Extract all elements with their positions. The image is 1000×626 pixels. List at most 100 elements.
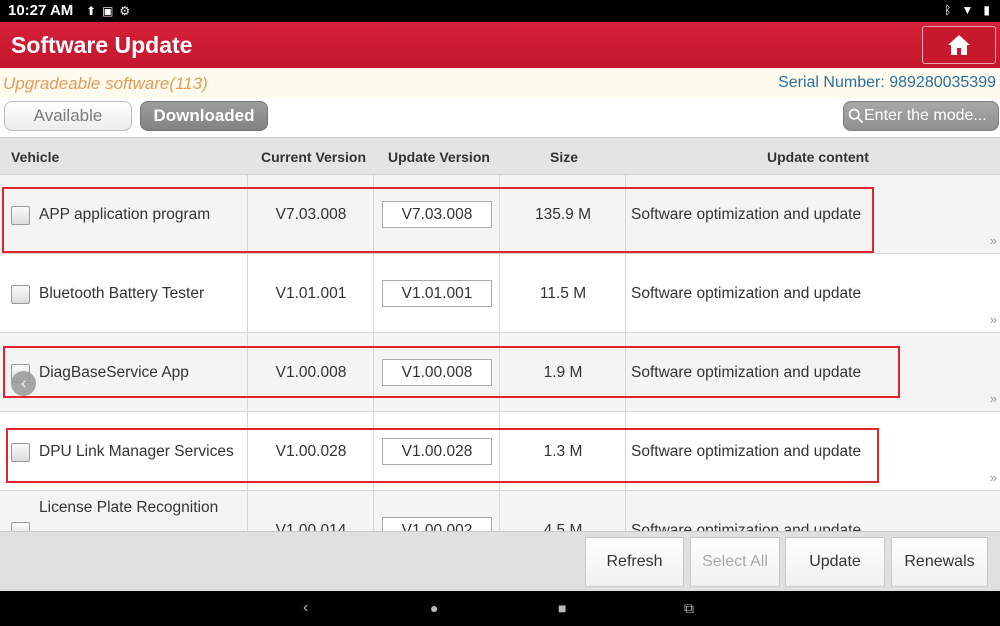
update-version-cell: V1.00.028 [374, 412, 500, 491]
update-version-cell: V7.03.008 [374, 175, 500, 254]
current-version: V1.00.028 [275, 443, 347, 460]
action-bar: Refresh Select All Update Renewals [0, 531, 1000, 591]
update-content: Software optimization and update [631, 443, 862, 460]
search-box[interactable] [843, 101, 999, 131]
tab-available[interactable]: Available [4, 101, 132, 131]
update-content: Software optimization and update [631, 285, 862, 302]
vehicle-cell: DiagBaseService App [0, 333, 248, 412]
current-version: V7.03.008 [275, 206, 347, 223]
search-input[interactable] [864, 107, 998, 125]
file-size: 1.3 M [543, 443, 583, 460]
size-cell: 1.3 M [500, 412, 626, 491]
content-cell: Software optimization and update [626, 491, 1000, 531]
vehicle-cell: License Plate Recognition [0, 491, 248, 531]
table-row[interactable]: License Plate Recognition V1.00.014 V1.0… [0, 491, 1000, 531]
system-nav-bar: ‹ ● ■ ⧉ [0, 591, 1000, 626]
table-header: Vehicle Current Version Update Version S… [0, 137, 1000, 175]
size-cell: 1.9 M [500, 333, 626, 412]
column-header-current-version: Current Version [261, 149, 367, 165]
select-all-button[interactable]: Select All [690, 537, 780, 587]
content-cell: Software optimization and update » [626, 333, 1000, 412]
current-version-cell: V1.00.028 [248, 412, 374, 491]
vehicle-name: Bluetooth Battery Tester [39, 285, 205, 302]
tab-downloaded[interactable]: Downloaded [140, 101, 268, 131]
status-right-icons: ᛒ ▼ ▮ [944, 3, 990, 17]
home-button[interactable] [922, 26, 996, 64]
expand-more-icon[interactable]: » [990, 233, 997, 248]
column-header-size: Size [550, 149, 579, 165]
expand-more-icon[interactable]: » [990, 470, 997, 485]
update-version-field[interactable]: V1.01.001 [382, 280, 492, 307]
update-version-cell: V1.00.008 [374, 333, 500, 412]
vehicle-cell: Bluetooth Battery Tester [0, 254, 248, 333]
row-checkbox[interactable] [11, 522, 30, 531]
current-version-cell: V7.03.008 [248, 175, 374, 254]
file-size: 1.9 M [543, 364, 583, 381]
file-size: 4.5 M [543, 522, 583, 531]
serial-label: Serial Number: [778, 74, 885, 91]
vehicle-cell: APP application program [0, 175, 248, 254]
current-version-cell: V1.01.001 [248, 254, 374, 333]
photo-icon: ▣ [102, 4, 114, 18]
back-icon[interactable]: ‹ [303, 599, 308, 617]
recents-icon[interactable]: ■ [558, 600, 566, 616]
update-version-cell: V1.00.002 [374, 491, 500, 531]
current-version-cell: V1.00.008 [248, 333, 374, 412]
software-table[interactable]: APP application program V7.03.008 V7.03.… [0, 175, 1000, 531]
content-cell: Software optimization and update » [626, 412, 1000, 491]
current-version: V1.01.001 [275, 285, 347, 302]
expand-more-icon[interactable]: » [990, 391, 997, 406]
page-title: Software Update [11, 32, 193, 58]
settings-icon: ⚙ [119, 4, 131, 18]
table-row[interactable]: Bluetooth Battery Tester V1.01.001 V1.01… [0, 254, 1000, 333]
size-cell: 4.5 M [500, 491, 626, 531]
file-size: 135.9 M [534, 206, 591, 223]
current-version: V1.00.014 [275, 522, 347, 531]
upload-icon: ⬆ [86, 4, 97, 18]
app-header: Software Update [0, 22, 1000, 68]
update-version-field[interactable]: V1.00.028 [382, 438, 492, 465]
info-bar: Upgradeable software(113) Serial Number:… [0, 68, 1000, 98]
table-row[interactable]: DPU Link Manager Services V1.00.028 V1.0… [0, 412, 1000, 491]
vehicle-name: License Plate Recognition [39, 499, 219, 516]
update-button[interactable]: Update [785, 537, 885, 587]
search-icon [848, 108, 864, 124]
file-size: 11.5 M [539, 285, 587, 302]
vehicle-name: DiagBaseService App [39, 364, 189, 381]
vehicle-name: DPU Link Manager Services [39, 443, 234, 460]
main-content: Upgradeable software(113) Serial Number:… [0, 68, 1000, 591]
current-version-cell: V1.00.014 [248, 491, 374, 531]
tab-row: Available Downloaded [0, 98, 1000, 136]
vehicle-name: APP application program [39, 206, 211, 223]
current-version: V1.00.008 [275, 364, 347, 381]
home-icon [948, 35, 970, 55]
column-header-update-version: Update Version [388, 149, 490, 165]
bluetooth-icon: ᛒ [944, 3, 952, 17]
update-version-cell: V1.01.001 [374, 254, 500, 333]
update-content: Software optimization and update [631, 206, 862, 223]
status-time: 10:27 AM [8, 2, 74, 19]
row-checkbox[interactable] [11, 285, 30, 304]
serial-number: Serial Number: 989280035399 [778, 74, 996, 92]
status-bar: 10:27 AM ⬆ ▣ ⚙ ᛒ ▼ ▮ [0, 0, 1000, 22]
table-row[interactable]: APP application program V7.03.008 V7.03.… [0, 175, 1000, 254]
update-content: Software optimization and update [631, 522, 862, 531]
update-version-field[interactable]: V7.03.008 [382, 201, 492, 228]
update-version-field[interactable]: V1.00.008 [382, 359, 492, 386]
update-version-field[interactable]: V1.00.002 [382, 517, 492, 531]
renewals-button[interactable]: Renewals [891, 537, 988, 587]
back-arrow-icon[interactable]: ‹ [11, 371, 36, 396]
home-circle-icon[interactable]: ● [430, 600, 438, 616]
row-checkbox[interactable] [11, 206, 30, 225]
screenshot-icon[interactable]: ⧉ [684, 600, 694, 617]
content-cell: Software optimization and update » [626, 175, 1000, 254]
status-left-icons: ⬆ ▣ ⚙ [86, 3, 130, 19]
row-checkbox[interactable] [11, 443, 30, 462]
size-cell: 135.9 M [500, 175, 626, 254]
upgradeable-count: Upgradeable software(113) [3, 74, 208, 93]
column-header-update-content: Update content [767, 149, 869, 165]
table-row[interactable]: DiagBaseService App V1.00.008 V1.00.008 … [0, 333, 1000, 412]
content-cell: Software optimization and update » [626, 254, 1000, 333]
expand-more-icon[interactable]: » [990, 312, 997, 327]
refresh-button[interactable]: Refresh [585, 537, 684, 587]
